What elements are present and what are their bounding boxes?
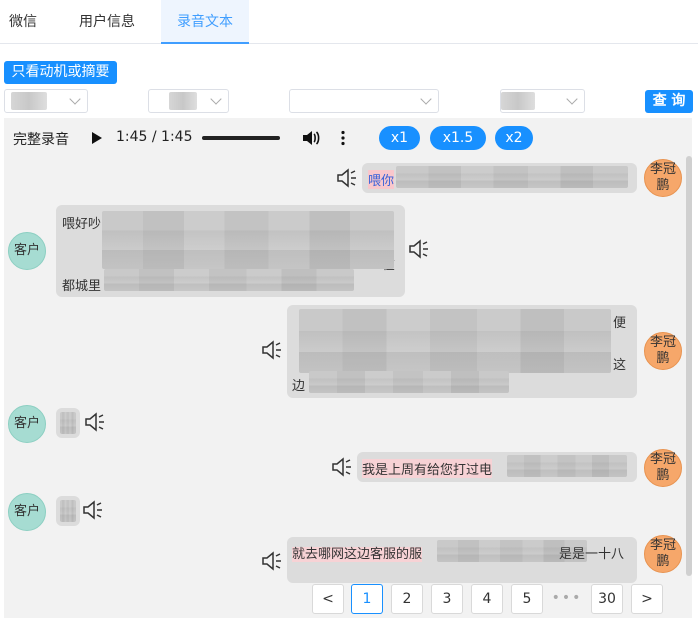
speaker-icon[interactable] bbox=[331, 457, 355, 477]
filter-select-4[interactable] bbox=[500, 89, 585, 113]
speed-x2-button[interactable]: x2 bbox=[495, 126, 533, 150]
playback-time: 1:45 / 1:45 bbox=[116, 129, 193, 145]
message-text: 便 bbox=[613, 316, 627, 331]
audio-player: 完整录音 1:45 / 1:45 x1 x1.5 x2 bbox=[4, 118, 692, 158]
speed-x1-button[interactable]: x1 bbox=[379, 126, 420, 150]
chevron-down-icon bbox=[420, 93, 432, 105]
redacted-value bbox=[169, 92, 197, 110]
tab-bar: 微信 用户信息 录音文本 bbox=[0, 0, 698, 44]
speaker-icon[interactable] bbox=[336, 168, 360, 188]
page-3-button[interactable]: 3 bbox=[431, 584, 463, 614]
redacted-value bbox=[11, 92, 47, 110]
message-bubble: 喂你 bbox=[362, 163, 637, 193]
customer-avatar: 客户 bbox=[8, 405, 46, 443]
next-page-button[interactable]: > bbox=[631, 584, 663, 614]
message-bubble bbox=[56, 408, 80, 438]
message-text: 我是上周有给您打过电 bbox=[362, 459, 493, 478]
customer-avatar: 客户 bbox=[8, 493, 46, 531]
filter-select-2[interactable] bbox=[148, 89, 229, 113]
tab-user-info[interactable]: 用户信息 bbox=[66, 0, 148, 44]
chevron-down-icon bbox=[210, 93, 222, 105]
agent-avatar: 李冠鹏 bbox=[644, 159, 682, 197]
page-1-button[interactable]: 1 bbox=[351, 584, 383, 614]
redacted-value bbox=[501, 92, 535, 110]
chevron-down-icon bbox=[566, 93, 578, 105]
query-button[interactable]: 查 询 bbox=[645, 90, 693, 113]
progress-slider[interactable] bbox=[202, 136, 280, 140]
redacted-text bbox=[396, 166, 628, 188]
pagination-ellipsis[interactable]: ••• bbox=[551, 584, 583, 614]
filter-select-3[interactable] bbox=[289, 89, 439, 113]
tab-recording-text[interactable]: 录音文本 bbox=[161, 0, 249, 44]
scrollbar[interactable] bbox=[686, 156, 692, 576]
message-text: 喂你 bbox=[368, 170, 395, 189]
agent-avatar: 李冠鹏 bbox=[644, 332, 682, 370]
message-text: 喂好吵 bbox=[62, 217, 102, 232]
redacted-text bbox=[309, 371, 509, 393]
agent-avatar: 李冠鹏 bbox=[644, 449, 682, 487]
redacted-text bbox=[104, 269, 354, 291]
speaker-icon[interactable] bbox=[261, 340, 285, 360]
motive-summary-button[interactable]: 只看动机或摘要 bbox=[4, 61, 117, 84]
redacted-text bbox=[60, 412, 76, 434]
play-icon[interactable] bbox=[92, 132, 102, 144]
message-bubble: 喂好吵 在 都城里 bbox=[56, 205, 405, 297]
message-text: 是是一十八 bbox=[559, 547, 625, 562]
page-30-button[interactable]: 30 bbox=[591, 584, 623, 614]
page-4-button[interactable]: 4 bbox=[471, 584, 503, 614]
message-bubble: 我是上周有给您打过电 bbox=[357, 452, 637, 482]
message-text: 就去哪网这边客服的服 bbox=[292, 547, 423, 562]
customer-avatar: 客户 bbox=[8, 232, 46, 270]
message-bubble: 便 这 边 bbox=[287, 305, 637, 398]
message-text: 都城里 bbox=[62, 279, 102, 294]
redacted-text bbox=[507, 455, 627, 477]
chevron-down-icon bbox=[69, 93, 81, 105]
more-options-icon[interactable] bbox=[340, 130, 346, 146]
message-text: 边 bbox=[292, 379, 306, 394]
redacted-text bbox=[60, 500, 76, 522]
speed-x1.5-button[interactable]: x1.5 bbox=[430, 126, 486, 150]
full-recording-label: 完整录音 bbox=[13, 132, 69, 148]
message-bubble bbox=[56, 496, 80, 526]
message-text: 这 bbox=[613, 358, 627, 373]
tab-wechat[interactable]: 微信 bbox=[0, 0, 46, 44]
volume-icon[interactable] bbox=[302, 130, 320, 146]
page-2-button[interactable]: 2 bbox=[391, 584, 423, 614]
prev-page-button[interactable]: < bbox=[312, 584, 344, 614]
redacted-text bbox=[102, 211, 394, 269]
speaker-icon[interactable] bbox=[408, 239, 432, 259]
page-5-button[interactable]: 5 bbox=[511, 584, 543, 614]
speaker-icon[interactable] bbox=[82, 500, 106, 520]
redacted-text bbox=[299, 309, 611, 373]
filter-select-1[interactable] bbox=[4, 89, 88, 113]
message-bubble: 就去哪网这边客服的服 是是一十八 bbox=[287, 537, 637, 583]
transcript-panel: 完整录音 1:45 / 1:45 x1 x1.5 x2 李冠鹏 喂你 客户 喂好… bbox=[4, 118, 692, 618]
speaker-icon[interactable] bbox=[261, 551, 285, 571]
agent-avatar: 李冠鹏 bbox=[644, 535, 682, 573]
speaker-icon[interactable] bbox=[84, 412, 108, 432]
